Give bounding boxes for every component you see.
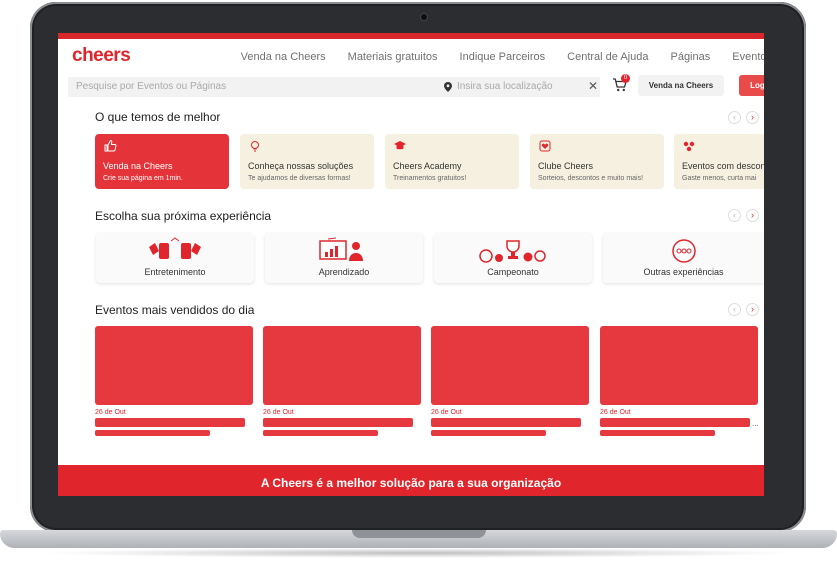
experience-card-campeonato[interactable]: Campeonato xyxy=(434,233,592,283)
event-date: 26 de Out xyxy=(95,409,126,416)
feature-card-title: Clube Cheers xyxy=(538,161,594,171)
laptop-shadow xyxy=(40,548,797,558)
login-button[interactable]: Login xyxy=(739,75,764,96)
location-pin-icon xyxy=(444,82,452,92)
sell-on-cheers-button[interactable]: Venda na Cheers xyxy=(638,75,724,96)
nav-central-de-ajuda[interactable]: Central de Ajuda xyxy=(567,51,648,63)
best-carousel-arrows: ‹ › xyxy=(728,111,762,125)
footer-tagline: A Cheers é a melhor solução para a sua o… xyxy=(260,476,562,490)
feature-card-clube[interactable]: Clube Cheers Sorteios, descontos e muito… xyxy=(530,134,664,189)
main-nav: Venda na Cheers Materiais gratuitos Indi… xyxy=(219,51,764,63)
event-title-placeholder xyxy=(95,418,245,427)
nav-materiais-gratuitos[interactable]: Materiais gratuitos xyxy=(348,51,438,63)
heart-badge-icon xyxy=(539,140,551,152)
site-header: cheers Venda na Cheers Materiais gratuit… xyxy=(58,39,764,73)
prev-arrow-icon[interactable]: ‹ xyxy=(728,111,741,124)
experience-card-outras[interactable]: Outras experiências xyxy=(603,233,764,283)
event-image-placeholder[interactable] xyxy=(95,326,253,405)
cheers-logo[interactable]: cheers xyxy=(72,45,131,67)
next-arrow-icon[interactable]: › xyxy=(746,209,759,222)
search-row: Pesquise por Eventos ou Páginas Insira s… xyxy=(58,73,764,99)
experience-card-entretenimento[interactable]: Entretenimento xyxy=(96,233,254,283)
feature-card-subtitle: Gaste menos, curta mai xyxy=(682,175,757,182)
trophy-balls-icon xyxy=(479,240,546,263)
cheers-drinks-icon xyxy=(149,237,201,259)
search-input[interactable]: Pesquise por Eventos ou Páginas xyxy=(76,81,226,92)
experience-label: Aprendizado xyxy=(318,267,370,277)
feature-card-descontos[interactable]: Eventos com descon Gaste menos, curta ma… xyxy=(674,134,764,189)
event-card[interactable]: 26 de Out xyxy=(431,326,589,436)
event-ellipsis: ... xyxy=(752,419,759,428)
feature-card-subtitle: Treinamentos gratuitos! xyxy=(393,175,467,182)
feature-card-venda[interactable]: Venda na Cheers Crie sua página em 1min. xyxy=(95,134,229,189)
clear-search-icon[interactable]: ✕ xyxy=(588,79,598,93)
feature-card-subtitle: Sorteios, descontos e muito mais! xyxy=(538,175,644,182)
event-image-placeholder[interactable] xyxy=(431,326,589,405)
feature-card-subtitle: Te ajudamos de diversas formas! xyxy=(248,175,351,182)
presentation-icon xyxy=(319,237,363,261)
section-title-best: O que temos de melhor xyxy=(95,110,221,124)
webcam xyxy=(421,14,427,20)
cart-count-badge: 0 xyxy=(621,74,630,83)
event-date: 26 de Out xyxy=(431,409,462,416)
more-dots-icon xyxy=(671,239,696,263)
experience-carousel-arrows: ‹ › xyxy=(728,209,762,223)
section-title-experience: Escolha sua próxima experiência xyxy=(95,209,272,223)
event-subtitle-placeholder xyxy=(600,430,715,436)
event-title-placeholder xyxy=(263,418,413,427)
event-image-placeholder[interactable] xyxy=(263,326,421,405)
event-date: 26 de Out xyxy=(600,409,631,416)
event-card[interactable]: 26 de Out xyxy=(95,326,253,436)
thumbs-up-icon xyxy=(104,139,117,152)
graduation-cap-icon xyxy=(394,141,406,150)
browser-screen: cheers Venda na Cheers Materiais gratuit… xyxy=(58,33,764,496)
next-arrow-icon[interactable]: › xyxy=(746,303,759,316)
event-image-placeholder[interactable] xyxy=(600,326,758,405)
next-arrow-icon[interactable]: › xyxy=(746,111,759,124)
event-card[interactable]: 26 de Out ... xyxy=(600,326,759,436)
experience-label: Entretenimento xyxy=(144,267,206,277)
laptop-mockup: cheers Venda na Cheers Materiais gratuit… xyxy=(0,0,837,568)
prev-arrow-icon[interactable]: ‹ xyxy=(728,209,741,222)
event-title-placeholder xyxy=(431,418,581,427)
event-subtitle-placeholder xyxy=(95,430,210,436)
nav-venda-na-cheers[interactable]: Venda na Cheers xyxy=(241,51,326,63)
feature-card-title: Eventos com descon xyxy=(682,161,764,171)
event-title-placeholder xyxy=(600,418,750,427)
feature-card-title: Cheers Academy xyxy=(393,161,462,171)
feature-card-academy[interactable]: Cheers Academy Treinamentos gratuitos! xyxy=(385,134,519,189)
laptop-notch xyxy=(352,530,486,538)
lightbulb-icon xyxy=(251,141,259,152)
feature-card-subtitle: Crie sua página em 1min. xyxy=(103,175,183,182)
events-carousel-arrows: ‹ › xyxy=(728,303,762,317)
event-subtitle-placeholder xyxy=(431,430,546,436)
feature-card-title: Venda na Cheers xyxy=(103,161,173,171)
search-bar: Pesquise por Eventos ou Páginas Insira s… xyxy=(68,77,600,97)
experience-card-aprendizado[interactable]: Aprendizado xyxy=(265,233,423,283)
event-date: 26 de Out xyxy=(263,409,294,416)
nav-paginas[interactable]: Páginas xyxy=(670,51,710,63)
nav-indique-parceiros[interactable]: Indique Parceiros xyxy=(460,51,546,63)
feature-card-solucoes[interactable]: Conheça nossas soluções Te ajudamos de d… xyxy=(240,134,374,189)
event-card[interactable]: 26 de Out xyxy=(263,326,421,436)
location-input[interactable]: Insira sua localização xyxy=(457,81,553,92)
prev-arrow-icon[interactable]: ‹ xyxy=(728,303,741,316)
dots-icon xyxy=(683,141,695,152)
experience-label: Campeonato xyxy=(487,267,539,277)
nav-eventos[interactable]: Eventos xyxy=(732,51,764,63)
feature-card-title: Conheça nossas soluções xyxy=(248,161,354,171)
event-subtitle-placeholder xyxy=(263,430,378,436)
footer-banner: A Cheers é a melhor solução para a sua o… xyxy=(58,465,764,496)
section-title-events: Eventos mais vendidos do dia xyxy=(95,303,255,317)
experience-label: Outras experiências xyxy=(643,267,724,277)
